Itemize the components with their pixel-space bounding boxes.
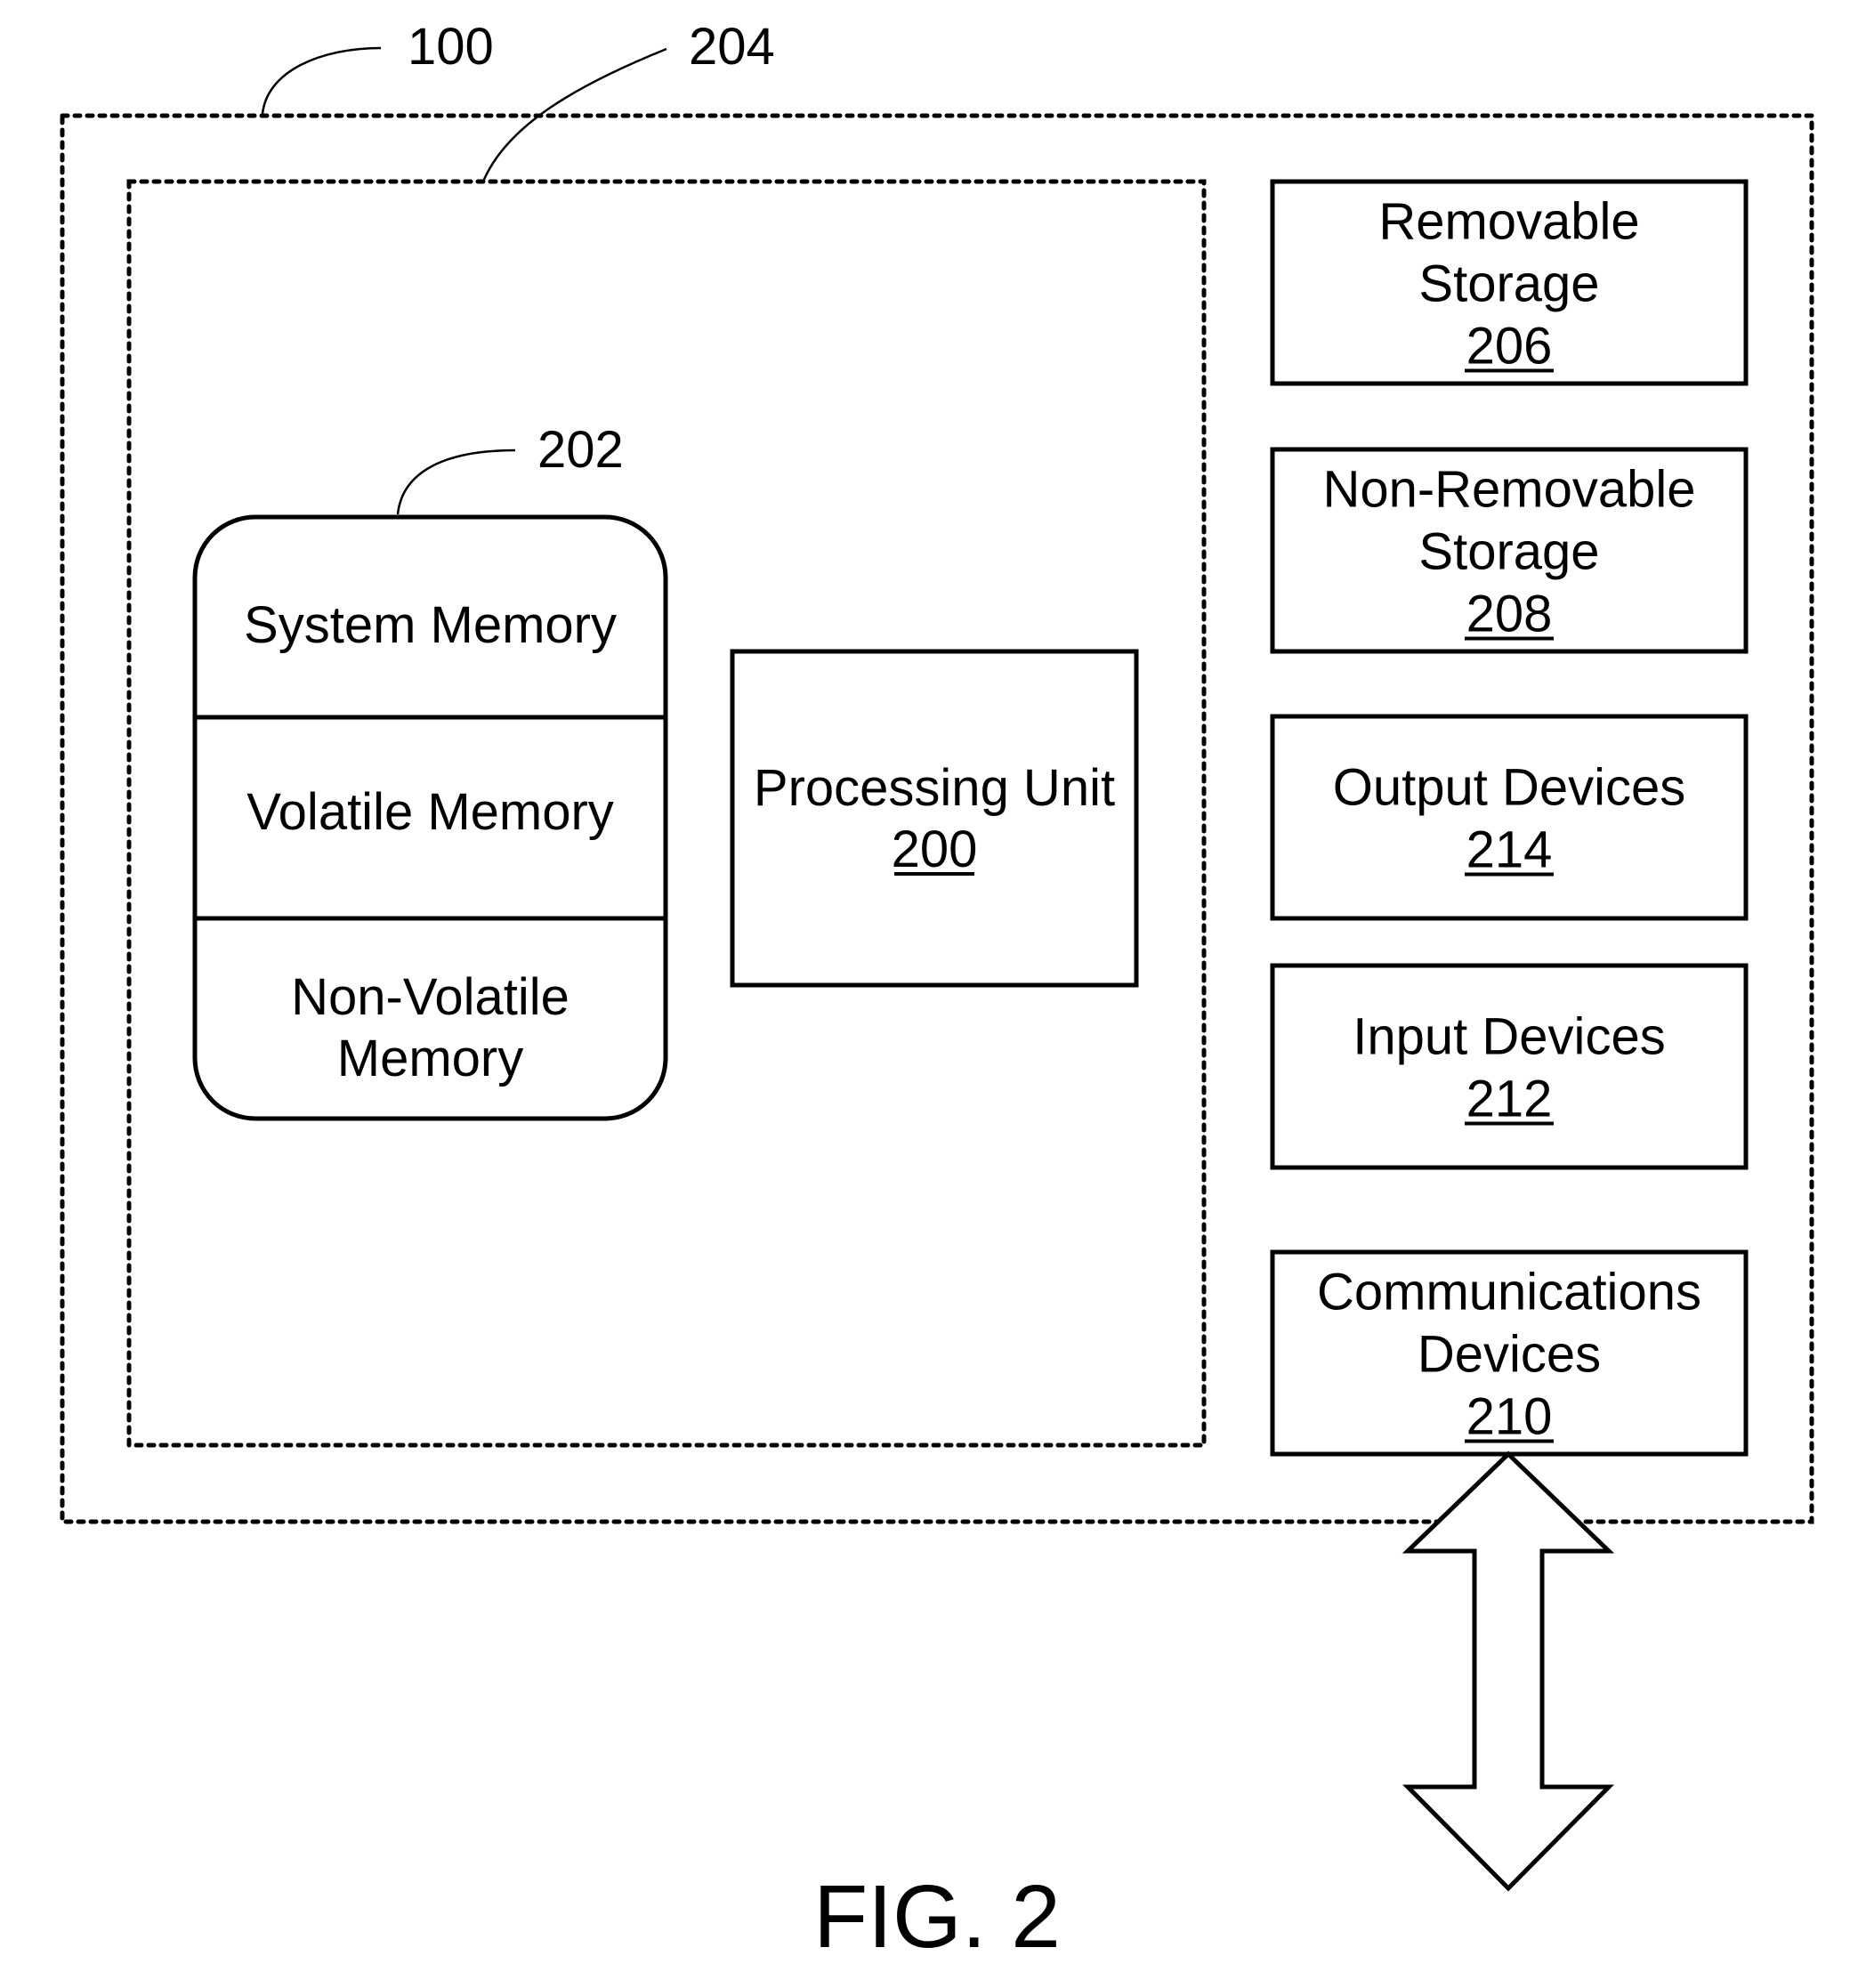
ref-label-204: 204 — [689, 18, 775, 76]
non-removable-storage: Non-RemovableStorage208 — [1270, 447, 1749, 654]
removable-storage: RemovableStorage206 — [1270, 179, 1749, 386]
removable-storage-label-line1: Removable — [1378, 193, 1639, 251]
ref-label-202: 202 — [537, 421, 624, 479]
bidirectional-arrow — [1402, 1451, 1615, 1892]
communications-devices-label-line2: Devices — [1418, 1326, 1601, 1384]
input-devices-box — [1270, 963, 1749, 1170]
removable-storage-ref: 206 — [1466, 318, 1553, 376]
figure-caption: FIG. 2 — [813, 1867, 1061, 1967]
volatile-memory-label: Volatile Memory — [246, 783, 614, 841]
input-devices-label-line1: Input Devices — [1353, 1008, 1665, 1066]
processing-unit-label: Processing Unit — [754, 759, 1115, 817]
non-removable-storage-label-line2: Storage — [1418, 523, 1599, 581]
processing-unit-box — [730, 649, 1139, 988]
output-devices-box — [1270, 714, 1749, 921]
leader-line-100 — [261, 46, 382, 115]
computing-device-diagram: 100 204 202 System Memory Volatile Memor… — [60, 18, 1814, 1967]
communications-devices-ref: 210 — [1466, 1388, 1553, 1446]
removable-storage-label-line2: Storage — [1418, 255, 1599, 313]
component-column: RemovableStorage206Non-RemovableStorage2… — [1270, 179, 1749, 1457]
output-devices: Output Devices214 — [1270, 714, 1749, 921]
non-removable-storage-ref: 208 — [1466, 586, 1553, 643]
input-devices-ref: 212 — [1466, 1071, 1553, 1128]
leader-line-202 — [396, 449, 516, 515]
memory-stack: System Memory Volatile Memory Non-Volati… — [192, 514, 668, 1121]
ref-label-100: 100 — [408, 18, 494, 76]
processing-unit: Processing Unit 200 — [730, 649, 1139, 988]
communications-devices-label-line1: Communications — [1317, 1264, 1701, 1321]
non-volatile-memory-label-line1: Non-Volatile — [291, 968, 570, 1026]
communications-devices: CommunicationsDevices210 — [1270, 1249, 1749, 1457]
system-memory-label: System Memory — [244, 596, 617, 654]
output-devices-ref: 214 — [1466, 821, 1553, 879]
non-removable-storage-label-line1: Non-Removable — [1322, 461, 1695, 519]
processing-unit-ref: 200 — [892, 820, 978, 878]
input-devices: Input Devices212 — [1270, 963, 1749, 1170]
output-devices-label-line1: Output Devices — [1333, 759, 1686, 817]
non-volatile-memory-label-line2: Memory — [337, 1030, 523, 1087]
